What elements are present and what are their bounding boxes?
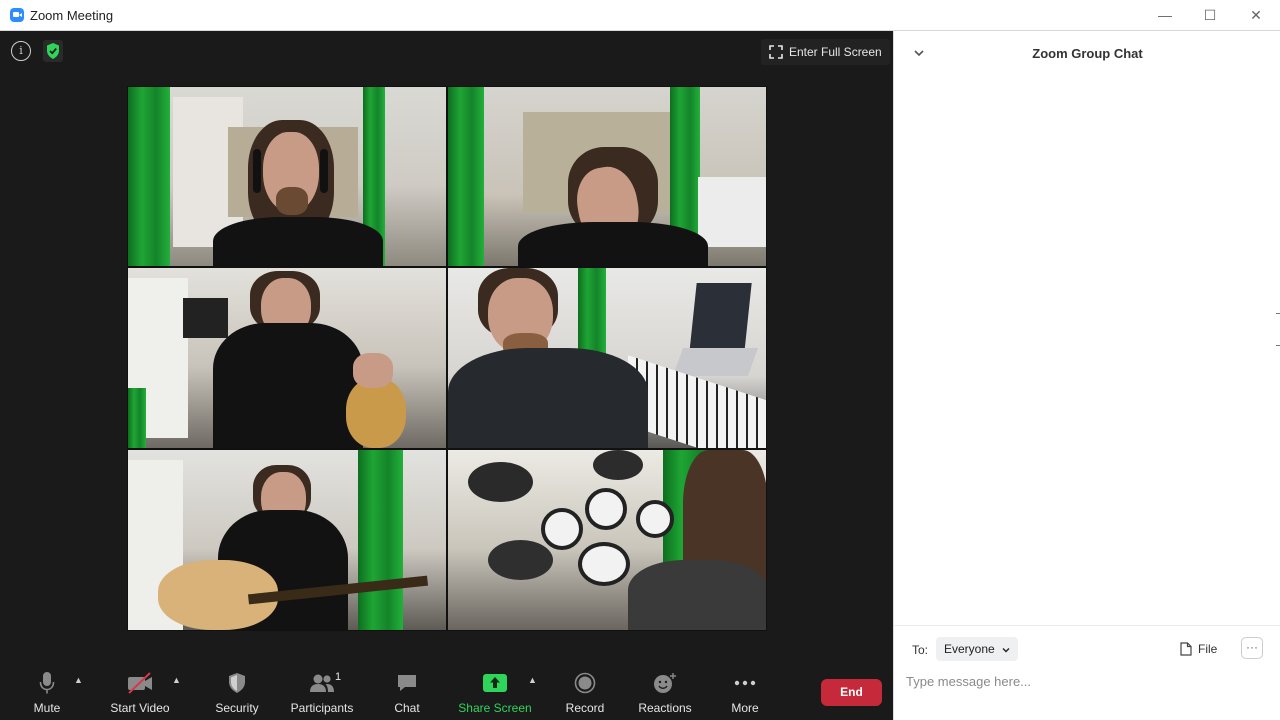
chat-title: Zoom Group Chat [1032, 46, 1143, 61]
recipient-select[interactable]: Everyone [936, 637, 1019, 661]
full-screen-label: Enter Full Screen [789, 45, 882, 59]
chat-label: Chat [394, 701, 420, 715]
microphone-icon [39, 672, 55, 694]
share-screen-label: Share Screen [458, 701, 532, 715]
resize-edge-mark [1276, 313, 1280, 314]
chat-header: Zoom Group Chat [894, 31, 1280, 75]
mute-button[interactable]: Mute [24, 670, 70, 716]
enter-full-screen-button[interactable]: Enter Full Screen [761, 39, 890, 65]
participants-button[interactable]: 1 Participants [288, 670, 356, 716]
video-area: i Enter Full Screen [0, 31, 893, 666]
meeting-toolbar: Mute ▲ Start Video ▲ Security 1 Particip… [0, 666, 893, 720]
zoom-window: Zoom Meeting — ☐ ✕ i Enter Full Screen M… [0, 0, 1280, 720]
start-video-label: Start Video [110, 701, 170, 715]
file-icon [1180, 642, 1192, 656]
meeting-info-icon[interactable]: i [11, 41, 31, 61]
video-tile-participant-1[interactable] [127, 86, 447, 267]
record-label: Record [565, 701, 605, 715]
start-video-button[interactable]: Start Video [104, 670, 176, 716]
security-button[interactable]: Security [210, 670, 264, 716]
encryption-shield-icon[interactable] [43, 40, 63, 62]
chat-composer: To: Everyone File ··· [894, 625, 1280, 720]
title-bar: Zoom Meeting — ☐ ✕ [0, 0, 1280, 31]
chevron-down-icon [1002, 648, 1010, 653]
share-screen-icon [483, 674, 507, 692]
security-shield-icon [229, 673, 245, 693]
chat-message-input[interactable] [906, 667, 1266, 695]
share-options-caret-icon[interactable]: ▲ [528, 675, 537, 685]
close-window-button[interactable]: ✕ [1241, 4, 1271, 26]
chat-more-button[interactable]: ··· [1241, 637, 1263, 659]
zoom-logo-icon [10, 8, 24, 22]
maximize-button[interactable]: ☐ [1195, 4, 1225, 26]
chat-bubble-icon [398, 675, 416, 691]
video-off-icon [128, 672, 152, 694]
more-dots-icon [734, 680, 756, 686]
minimize-button[interactable]: — [1150, 4, 1180, 26]
mute-label: Mute [33, 701, 61, 715]
recipient-value: Everyone [944, 642, 995, 656]
file-label: File [1198, 642, 1218, 656]
end-meeting-button[interactable]: End [821, 679, 882, 706]
more-label: More [731, 701, 759, 715]
more-button[interactable]: More [724, 670, 766, 716]
file-button[interactable]: File [1180, 638, 1217, 660]
video-tile-participant-5[interactable] [127, 449, 447, 631]
to-label: To: [912, 643, 929, 657]
video-tile-participant-3[interactable] [127, 267, 447, 449]
window-title: Zoom Meeting [30, 8, 114, 23]
chat-panel: Zoom Group Chat To: Everyone File ··· [893, 31, 1280, 720]
participants-icon [310, 674, 334, 692]
participants-count: 1 [335, 671, 342, 683]
participants-label: Participants [290, 701, 354, 715]
record-button[interactable]: Record [563, 670, 607, 716]
security-label: Security [215, 701, 259, 715]
audio-options-caret-icon[interactable]: ▲ [74, 675, 83, 685]
video-options-caret-icon[interactable]: ▲ [172, 675, 181, 685]
reactions-button[interactable]: Reactions [636, 670, 694, 716]
full-screen-icon [769, 45, 783, 59]
chat-button[interactable]: Chat [388, 670, 426, 716]
video-tile-participant-6[interactable] [447, 449, 767, 631]
share-screen-button[interactable]: Share Screen [458, 670, 532, 716]
video-tile-participant-2[interactable] [447, 86, 767, 267]
chat-messages-area [894, 75, 1280, 625]
gallery-view [127, 86, 767, 631]
resize-edge-mark [1276, 345, 1280, 346]
reactions-smiley-icon [654, 673, 676, 693]
reactions-label: Reactions [638, 701, 692, 715]
record-icon [574, 672, 596, 694]
video-tile-participant-4[interactable] [447, 267, 767, 449]
